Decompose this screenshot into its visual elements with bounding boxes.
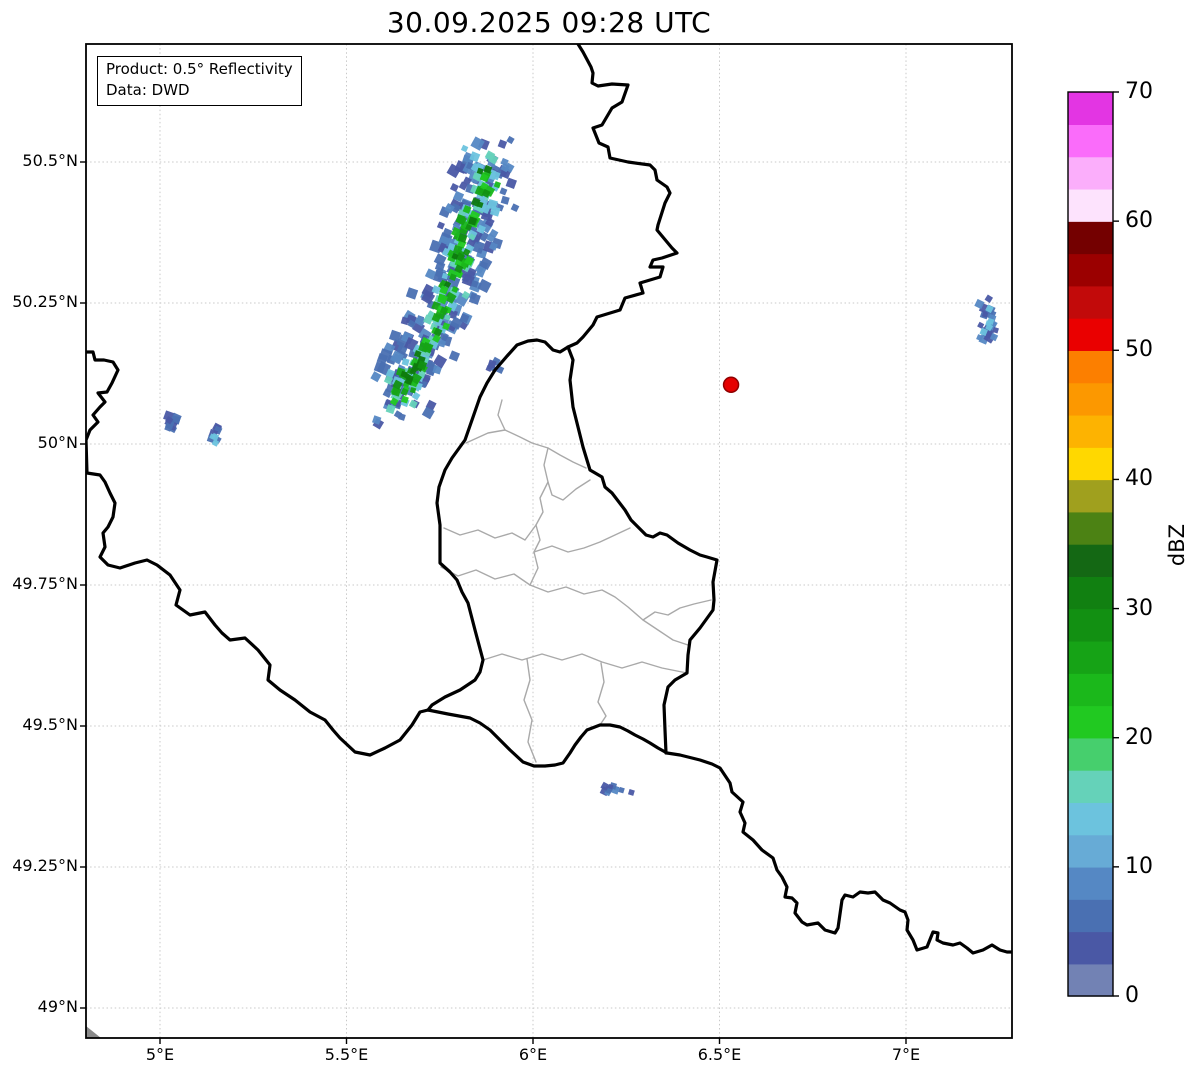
y-tick-label: 49°N — [37, 997, 78, 1016]
colorbar-tick-label: 0 — [1125, 983, 1139, 1008]
colorbar-band — [1068, 608, 1113, 642]
colorbar-band — [1068, 318, 1113, 351]
colorbar-band — [1068, 834, 1113, 868]
colorbar-band — [1068, 414, 1113, 448]
colorbar-band — [1068, 92, 1113, 125]
colorbar-band — [1068, 737, 1113, 771]
colorbar-band — [1068, 673, 1113, 707]
colorbar-band — [1068, 544, 1113, 577]
radar-site-marker — [722, 376, 740, 394]
y-tick-label: 50.5°N — [22, 151, 78, 170]
colorbar-band — [1068, 802, 1113, 836]
x-tick-label: 7°E — [891, 1045, 921, 1064]
colorbar-tick-label: 60 — [1125, 208, 1153, 234]
colorbar-band — [1068, 640, 1113, 674]
colorbar-axis-label: dBZ — [1165, 523, 1189, 567]
colorbar-band — [1068, 576, 1113, 610]
y-tick-label: 50.25°N — [12, 292, 78, 311]
product-annotation-box: Product: 0.5° Reflectivity Data: DWD — [97, 56, 302, 106]
x-tick-label: 6.5°E — [697, 1045, 742, 1064]
colorbar-band — [1068, 866, 1113, 900]
colorbar-band — [1068, 511, 1113, 545]
colorbar-band — [1068, 447, 1113, 481]
y-tick-label: 50°N — [37, 433, 78, 452]
colorbar-tick-label: 30 — [1125, 595, 1153, 621]
y-tick-label: 49.5°N — [22, 715, 78, 734]
colorbar-band — [1068, 253, 1113, 287]
data-source-label: Data: DWD — [106, 81, 190, 99]
colorbar-band — [1068, 770, 1113, 803]
colorbar-band — [1068, 479, 1113, 513]
colorbar-band — [1068, 382, 1113, 416]
colorbar-band — [1068, 188, 1113, 222]
x-tick-label: 5°E — [145, 1045, 175, 1064]
colorbar-band — [1068, 931, 1113, 965]
y-tick-label: 49.75°N — [12, 574, 78, 593]
colorbar — [1067, 91, 1119, 997]
colorbar-tick-label: 70 — [1125, 79, 1153, 104]
colorbar-band — [1068, 705, 1113, 739]
radar-figure: 30.09.2025 09:28 UTC Product: 0.5° Refle… — [0, 0, 1202, 1081]
colorbar-band — [1068, 285, 1113, 319]
plot-background — [86, 44, 1012, 1038]
y-tick-label: 49.25°N — [12, 856, 78, 875]
colorbar-band — [1068, 221, 1113, 255]
colorbar-tick-label: 10 — [1125, 853, 1153, 879]
colorbar-tick-label: 20 — [1125, 724, 1153, 750]
x-tick-label: 6°E — [518, 1045, 548, 1064]
map-plot — [80, 43, 1119, 1044]
colorbar-band — [1068, 124, 1113, 158]
colorbar-band — [1068, 963, 1113, 997]
colorbar-tick-label: 50 — [1125, 337, 1153, 363]
colorbar-band — [1068, 350, 1113, 384]
colorbar-tick-label: 40 — [1125, 466, 1153, 492]
product-label: Product: 0.5° Reflectivity — [106, 60, 293, 78]
colorbar-band — [1068, 899, 1113, 933]
colorbar-band — [1068, 156, 1113, 190]
x-tick-label: 5.5°E — [324, 1045, 369, 1064]
